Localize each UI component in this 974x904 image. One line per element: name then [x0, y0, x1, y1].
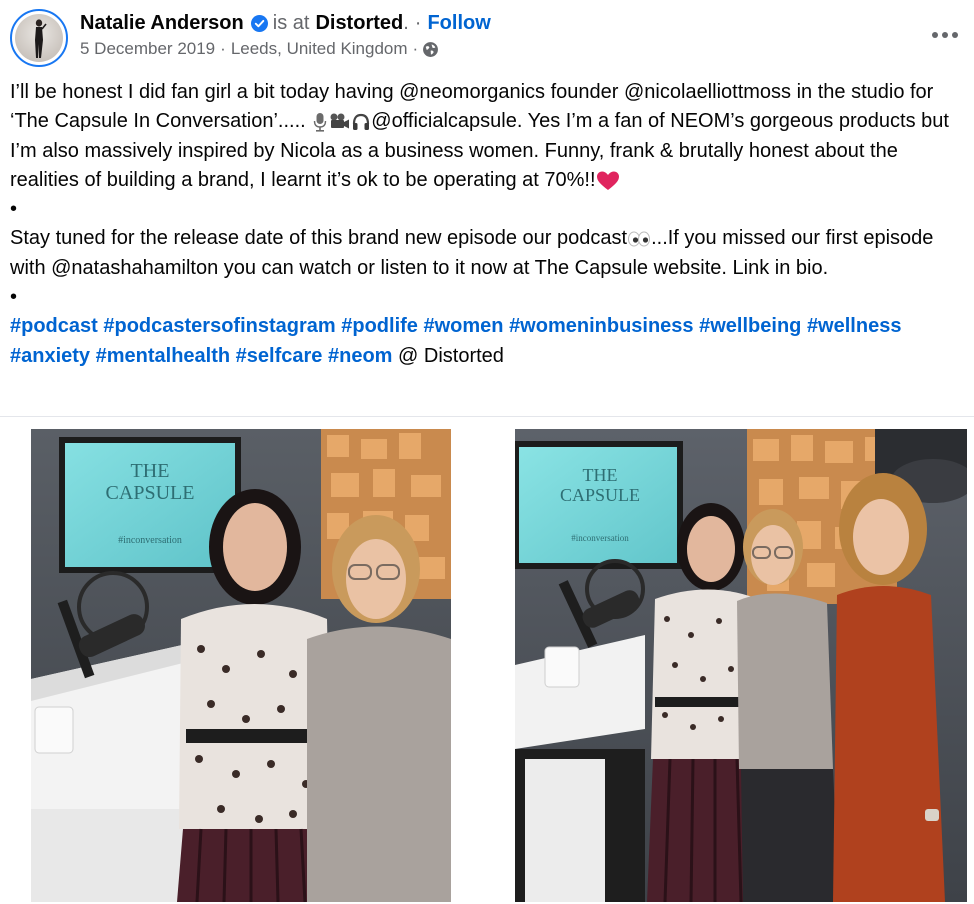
hashtag-line: #podcast #podcastersofinstagram #podlife… [10, 312, 966, 371]
hashtag-link[interactable]: #podlife [341, 315, 418, 337]
hashtag-link[interactable]: #neom [328, 345, 392, 367]
post-paragraph: Stay tuned for the release date of this … [10, 227, 934, 279]
screen-title-line2: CAPSULE [560, 485, 640, 505]
globe-icon [422, 41, 439, 58]
separator-dot: · [220, 39, 226, 58]
post-photo-2[interactable]: THE CAPSULE #inconversation [515, 429, 967, 902]
hashtag-link[interactable]: #podcast [10, 315, 98, 337]
screen-subtitle: #inconversation [571, 533, 629, 543]
author-name[interactable]: Natalie Anderson [80, 10, 244, 36]
post-meta: 5 December 2019 · Leeds, United Kingdom … [80, 38, 439, 60]
hashtag-link[interactable]: #womeninbusiness [509, 315, 694, 337]
hashtag-link[interactable]: #selfcare [236, 345, 323, 367]
avatar-figure-icon [35, 19, 47, 58]
post-header: Natalie Anderson is at Distorted. · Foll… [0, 0, 974, 76]
heart-emoji-icon [596, 171, 619, 190]
photo-illustration: THE CAPSULE #inconversation [31, 429, 451, 902]
headphones-emoji-icon [353, 113, 370, 131]
hashtag-link[interactable]: #wellness [807, 315, 902, 337]
hashtag-link[interactable]: #anxiety [10, 345, 90, 367]
screen-title-line2: CAPSULE [106, 482, 195, 504]
divider [0, 416, 974, 417]
screen-title-line1: THE [583, 465, 618, 485]
separator-dot: · [412, 39, 419, 58]
bullet: • [10, 198, 18, 221]
location-link[interactable]: Distorted [315, 10, 403, 36]
movie-camera-emoji-icon [330, 113, 350, 129]
avatar-photo [15, 14, 63, 62]
is-at-text: is at [272, 12, 310, 34]
post-location: Leeds, United Kingdom [230, 39, 408, 58]
hashtag-link[interactable]: #mentalhealth [96, 345, 230, 367]
more-options-icon [932, 32, 958, 38]
hashtag-link[interactable]: #women [423, 315, 503, 337]
bullet: • [10, 286, 18, 309]
post-body: I’ll be honest I did fan girl a bit toda… [10, 78, 966, 371]
hashtag-link[interactable]: #wellbeing [699, 315, 801, 337]
post-paragraph: I’ll be honest I did fan girl a bit toda… [10, 81, 949, 191]
author-line: Natalie Anderson is at Distorted. · Foll… [80, 10, 491, 36]
screen-subtitle: #inconversation [118, 535, 182, 546]
screen-title-line1: THE [131, 460, 170, 482]
photo-illustration: THE CAPSULE #inconversation [515, 429, 967, 902]
location-tail: @ Distorted [398, 344, 504, 367]
post-date[interactable]: 5 December 2019 [80, 38, 215, 60]
hashtag-link[interactable]: #podcastersofinstagram [103, 315, 335, 337]
more-options-button[interactable] [924, 22, 966, 48]
verified-badge-icon [250, 14, 268, 32]
separator-dot: · [414, 12, 422, 34]
microphone-emoji-icon [314, 113, 327, 132]
author-avatar[interactable] [10, 9, 68, 67]
post-photo-1[interactable]: THE CAPSULE #inconversation [31, 429, 451, 902]
follow-button[interactable]: Follow [427, 10, 490, 36]
eyes-emoji-icon [628, 231, 651, 247]
